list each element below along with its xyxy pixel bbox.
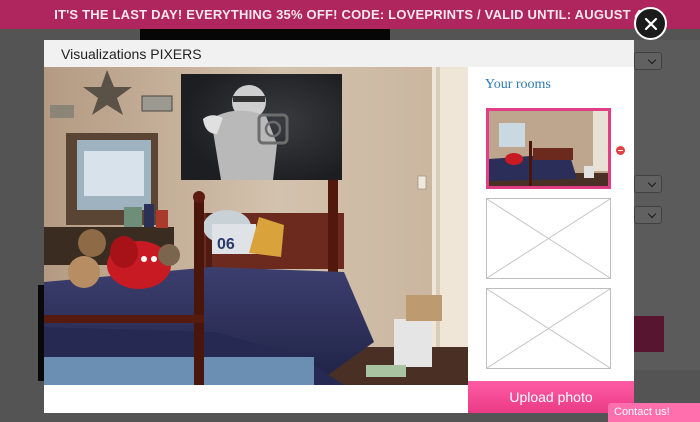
room-thumbnail-image [489, 111, 608, 186]
rooms-title: Your rooms [485, 77, 551, 92]
print-overlay[interactable] [181, 74, 342, 180]
visualization-modal: Visualizations PIXERS 06 Your rooms Uplo… [44, 40, 634, 413]
promo-text: IT'S THE LAST DAY! EVERYTHING 35% OFF! C… [54, 7, 646, 22]
svg-text:06: 06 [217, 236, 235, 253]
close-icon [644, 17, 657, 30]
contact-us-button[interactable]: Contact us! [608, 403, 700, 422]
placeholder-image-icon [486, 198, 611, 279]
football-player-photo [181, 74, 342, 180]
placeholder-image-icon [486, 288, 611, 369]
close-button[interactable] [634, 7, 667, 40]
promo-banner: IT'S THE LAST DAY! EVERYTHING 35% OFF! C… [0, 0, 700, 29]
room-preview: 06 [44, 67, 468, 385]
modal-title: Visualizations PIXERS [61, 46, 202, 62]
room-thumbnail-selected[interactable] [486, 108, 611, 189]
rooms-sidebar: Your rooms [468, 67, 634, 413]
modal-header: Visualizations PIXERS [44, 40, 634, 67]
room-thumbnail-empty[interactable] [486, 288, 611, 369]
room-thumbnail-empty[interactable] [486, 198, 611, 279]
remove-icon[interactable] [616, 146, 625, 155]
